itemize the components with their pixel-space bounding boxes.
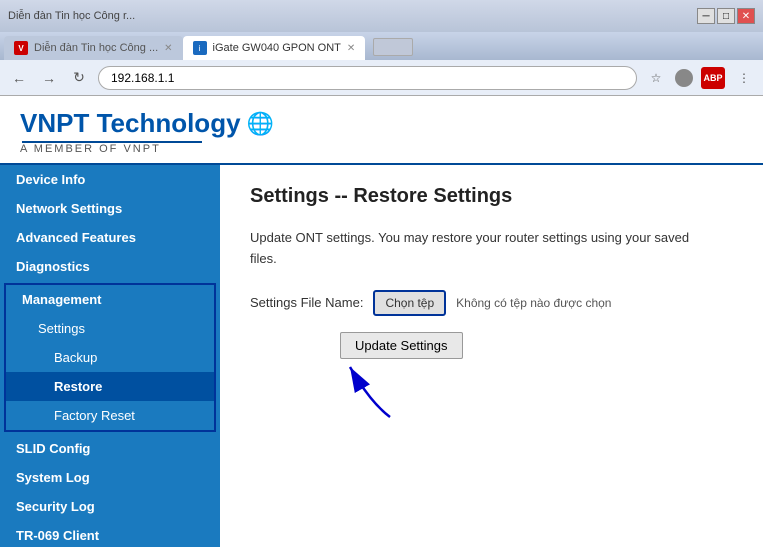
tab-router-close[interactable]: ✕ (347, 43, 355, 54)
sidebar-item-network-settings[interactable]: Network Settings (0, 194, 220, 223)
bookmark-button[interactable]: ☆ (645, 67, 667, 89)
sidebar-item-diagnostics[interactable]: Diagnostics (0, 252, 220, 281)
tab-forum-close[interactable]: ✕ (164, 43, 172, 54)
profile-button[interactable] (675, 69, 693, 87)
back-button[interactable]: ← (8, 67, 30, 89)
sidebar-item-security-log[interactable]: Security Log (0, 492, 220, 521)
sidebar-item-device-info[interactable]: Device Info (0, 165, 220, 194)
tab-router[interactable]: i iGate GW040 GPON ONT ✕ (183, 36, 366, 60)
logo-bar: VNPT Technology 🌐 A MEMBER OF VNPT (0, 96, 763, 165)
tab-forum-label: Diễn đàn Tin học Công ... (34, 42, 158, 54)
content-area: Settings -- Restore Settings Update ONT … (220, 165, 763, 547)
tab-router-label: iGate GW040 GPON ONT (213, 42, 341, 54)
file-label: Settings File Name: (250, 295, 363, 310)
minimize-button[interactable]: ─ (697, 8, 715, 24)
page-content: VNPT Technology 🌐 A MEMBER OF VNPT Devic… (0, 96, 763, 547)
tab-forum[interactable]: V Diễn đàn Tin học Công ... ✕ (4, 36, 183, 60)
file-form-row: Settings File Name: Chọn tệp Không có tệ… (250, 290, 733, 316)
sidebar-item-factory-reset[interactable]: Factory Reset (6, 401, 214, 430)
brand-name: VNPT Technology (20, 108, 241, 139)
sidebar-item-management[interactable]: Management (6, 285, 214, 314)
address-bar: ← → ↻ ☆ ABP ⋮ (0, 60, 763, 96)
update-section: Update Settings (260, 332, 733, 422)
forward-button[interactable]: → (38, 67, 60, 89)
brand-sub: A MEMBER OF VNPT (20, 143, 743, 155)
no-file-text: Không có tệp nào được chọn (456, 296, 611, 310)
close-button[interactable]: ✕ (737, 8, 755, 24)
arrow-indicator (310, 342, 430, 422)
reload-button[interactable]: ↻ (68, 67, 90, 89)
choose-file-button[interactable]: Chọn tệp (373, 290, 446, 316)
page-title: Settings -- Restore Settings (250, 185, 733, 208)
sidebar-item-slid-config[interactable]: SLID Config (0, 434, 220, 463)
browser-titlebar: Diễn đàn Tin học Công r... ─ □ ✕ (0, 0, 763, 32)
adblock-button[interactable]: ABP (701, 67, 725, 89)
management-group: Management Settings Backup Restore Facto… (4, 283, 216, 432)
sidebar-item-backup[interactable]: Backup (6, 343, 214, 372)
sidebar-item-restore[interactable]: Restore (6, 372, 214, 401)
sidebar-item-tr069[interactable]: TR-069 Client (0, 521, 220, 547)
menu-button[interactable]: ⋮ (733, 67, 755, 89)
main-layout: Device Info Network Settings Advanced Fe… (0, 165, 763, 547)
sidebar-item-system-log[interactable]: System Log (0, 463, 220, 492)
maximize-button[interactable]: □ (717, 8, 735, 24)
tab-bar: V Diễn đàn Tin học Công ... ✕ i iGate GW… (0, 32, 763, 60)
address-input[interactable] (98, 66, 637, 90)
description: Update ONT settings. You may restore you… (250, 228, 733, 270)
sidebar-item-settings[interactable]: Settings (6, 314, 214, 343)
brand-icon: 🌐 (247, 111, 274, 137)
sidebar-item-advanced-features[interactable]: Advanced Features (0, 223, 220, 252)
window-controls[interactable]: ─ □ ✕ (697, 8, 755, 24)
sidebar: Device Info Network Settings Advanced Fe… (0, 165, 220, 547)
